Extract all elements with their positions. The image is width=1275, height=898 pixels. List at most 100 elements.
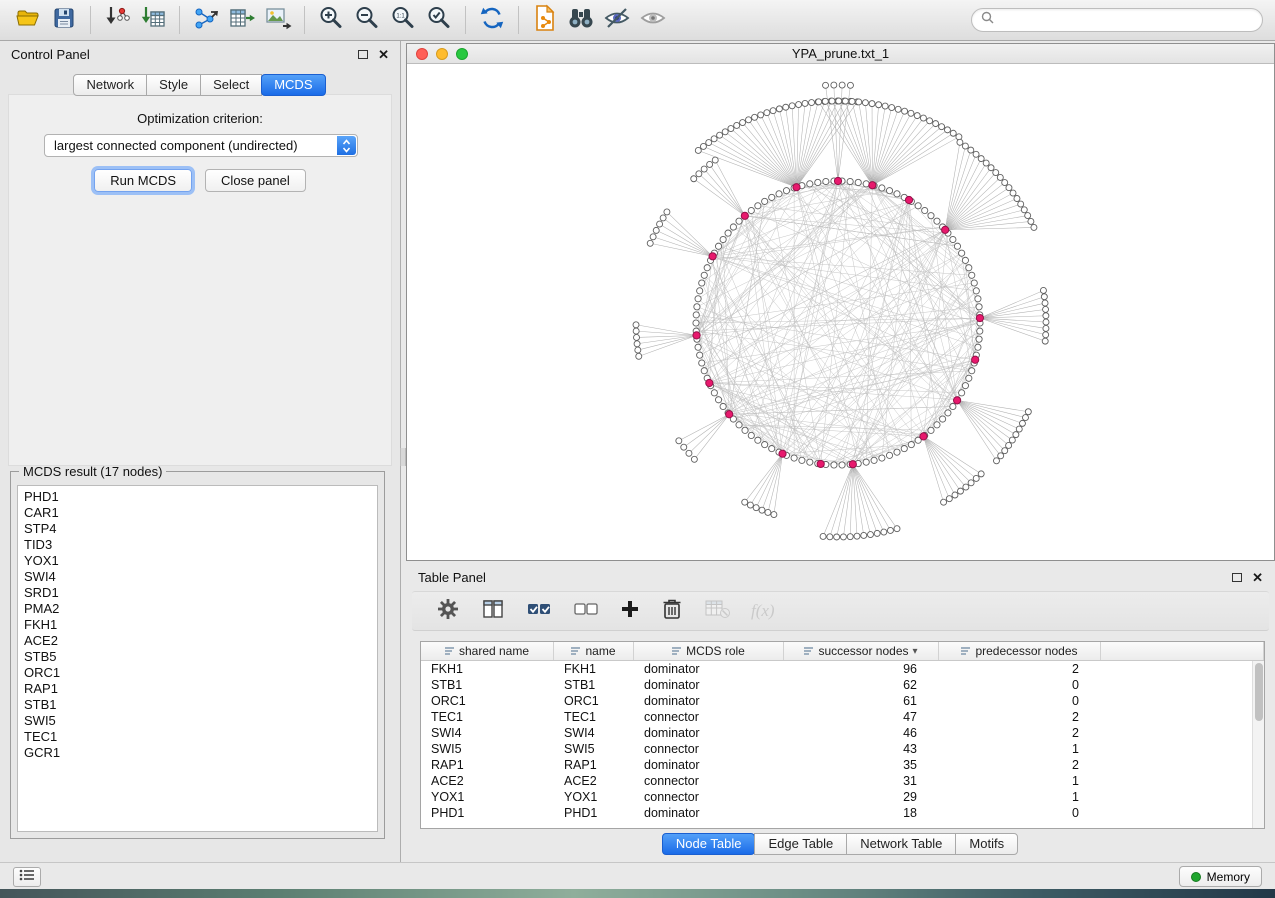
- mcds-result-item[interactable]: ORC1: [24, 665, 377, 681]
- mcds-result-item[interactable]: FKH1: [24, 617, 377, 633]
- share-document-button[interactable]: [527, 3, 563, 37]
- table-scrollbar[interactable]: [1252, 661, 1264, 828]
- export-network-button[interactable]: [188, 3, 224, 37]
- table-cell: ACE2: [421, 774, 554, 788]
- mcds-result-item[interactable]: SWI4: [24, 569, 377, 585]
- search-input[interactable]: [1000, 12, 1253, 29]
- table-cell: 2: [939, 726, 1101, 740]
- export-image-button[interactable]: [260, 3, 296, 37]
- tab-style[interactable]: Style: [146, 74, 201, 96]
- table-row[interactable]: SWI5SWI5connector431: [421, 741, 1252, 757]
- table-cell: 2: [939, 710, 1101, 724]
- mcds-result-item[interactable]: TEC1: [24, 729, 377, 745]
- network-window-titlebar[interactable]: YPA_prune.txt_1: [407, 44, 1274, 64]
- zoom-out-button[interactable]: [349, 3, 385, 37]
- column-header-predecessor-nodes[interactable]: predecessor nodes: [939, 642, 1101, 660]
- close-panel-icon[interactable]: ✕: [378, 48, 389, 61]
- tab-network-table[interactable]: Network Table: [846, 833, 956, 855]
- close-table-panel-icon[interactable]: ✕: [1252, 571, 1263, 584]
- mcds-result-item[interactable]: TID3: [24, 537, 377, 553]
- column-header-MCDS-role[interactable]: MCDS role: [634, 642, 784, 660]
- column-header-shared-name[interactable]: shared name: [421, 642, 554, 660]
- zoom-fit-button[interactable]: 1:1: [385, 3, 421, 37]
- toolbar-separator: [518, 6, 519, 34]
- table-row[interactable]: RAP1RAP1dominator352: [421, 757, 1252, 773]
- table-row[interactable]: FKH1FKH1dominator962: [421, 661, 1252, 677]
- table-row[interactable]: STB1STB1dominator620: [421, 677, 1252, 693]
- scrollbar-thumb[interactable]: [1255, 663, 1263, 721]
- mcds-result-item[interactable]: STB1: [24, 697, 377, 713]
- mcds-result-item[interactable]: PHD1: [24, 489, 377, 505]
- mcds-result-item[interactable]: SWI5: [24, 713, 377, 729]
- table-row[interactable]: TEC1TEC1connector472: [421, 709, 1252, 725]
- optimization-criterion-select[interactable]: largest connected component (undirected): [44, 134, 358, 157]
- show-details-button[interactable]: [635, 3, 671, 37]
- hide-details-button[interactable]: [599, 3, 635, 37]
- zoom-selected-button[interactable]: [421, 3, 457, 37]
- table-cell: dominator: [634, 662, 784, 676]
- import-table-button[interactable]: [135, 3, 171, 37]
- mcds-result-item[interactable]: SRD1: [24, 585, 377, 601]
- toggle-columns-button[interactable]: [481, 598, 505, 625]
- select-all-columns-button[interactable]: [526, 598, 552, 625]
- delete-column-button[interactable]: [661, 597, 683, 626]
- table-cell: STB1: [554, 678, 634, 692]
- mcds-result-item[interactable]: ACE2: [24, 633, 377, 649]
- table-cell: dominator: [634, 678, 784, 692]
- table-row[interactable]: ACE2ACE2connector311: [421, 773, 1252, 789]
- toolbar-separator: [465, 6, 466, 34]
- mcds-result-item[interactable]: RAP1: [24, 681, 377, 697]
- export-table-button[interactable]: [224, 3, 260, 37]
- open-session-button[interactable]: [10, 3, 46, 37]
- table-row[interactable]: ORC1ORC1dominator610: [421, 693, 1252, 709]
- add-column-button[interactable]: [620, 599, 640, 624]
- table-cell: 0: [939, 806, 1101, 820]
- run-mcds-button[interactable]: Run MCDS: [94, 169, 192, 192]
- close-panel-button[interactable]: Close panel: [205, 169, 306, 192]
- import-table-icon: [139, 4, 167, 37]
- control-panel-tabs: NetworkStyleSelectMCDS: [0, 74, 400, 96]
- memory-button[interactable]: Memory: [1179, 866, 1262, 887]
- table-cell: STB1: [421, 678, 554, 692]
- search-icon: [981, 11, 994, 29]
- window-close-button[interactable]: [416, 48, 428, 60]
- window-minimize-button[interactable]: [436, 48, 448, 60]
- status-bar: Memory: [0, 862, 1275, 890]
- column-header-name[interactable]: name: [554, 642, 634, 660]
- float-panel-button[interactable]: [358, 50, 368, 59]
- float-table-panel-button[interactable]: [1232, 573, 1242, 582]
- table-row[interactable]: SWI4SWI4dominator462: [421, 725, 1252, 741]
- tab-node-table[interactable]: Node Table: [662, 833, 756, 855]
- table-row[interactable]: PHD1PHD1dominator180: [421, 805, 1252, 821]
- mcds-result-item[interactable]: PMA2: [24, 601, 377, 617]
- tab-mcds[interactable]: MCDS: [261, 74, 325, 96]
- mcds-result-item[interactable]: STP4: [24, 521, 377, 537]
- table-header-filler: [1101, 642, 1264, 660]
- tab-network[interactable]: Network: [73, 74, 147, 96]
- apply-layout-button[interactable]: [474, 3, 510, 37]
- table-settings-button[interactable]: [436, 597, 460, 626]
- export-table-icon: [228, 4, 256, 37]
- table-cell: 46: [784, 726, 939, 740]
- tab-select[interactable]: Select: [200, 74, 262, 96]
- panel-toggle-button[interactable]: [13, 867, 41, 887]
- network-canvas[interactable]: [407, 64, 1274, 560]
- deselect-all-columns-button[interactable]: [573, 598, 599, 625]
- find-button[interactable]: [563, 3, 599, 37]
- table-cell: RAP1: [554, 758, 634, 772]
- column-header-successor-nodes[interactable]: successor nodes▾: [784, 642, 939, 660]
- mcds-result-item[interactable]: YOX1: [24, 553, 377, 569]
- zoom-in-button[interactable]: [313, 3, 349, 37]
- mcds-result-item[interactable]: GCR1: [24, 745, 377, 761]
- save-session-button[interactable]: [46, 3, 82, 37]
- window-zoom-button[interactable]: [456, 48, 468, 60]
- table-row[interactable]: YOX1YOX1connector291: [421, 789, 1252, 805]
- svg-text:1:1: 1:1: [396, 13, 405, 19]
- mcds-result-item[interactable]: CAR1: [24, 505, 377, 521]
- mcds-result-item[interactable]: STB5: [24, 649, 377, 665]
- import-network-button[interactable]: [99, 3, 135, 37]
- tab-motifs[interactable]: Motifs: [955, 833, 1018, 855]
- table-cell: 43: [784, 742, 939, 756]
- column-sort-icon: [961, 646, 971, 656]
- tab-edge-table[interactable]: Edge Table: [754, 833, 847, 855]
